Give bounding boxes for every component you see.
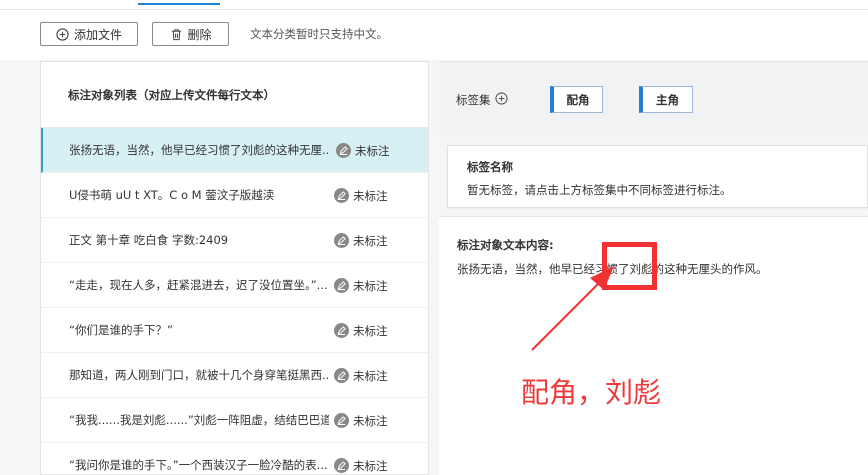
tag-name-description: 暂无标签，请点击上方标签集中不同标签进行标注。 xyxy=(467,183,732,197)
tagset-label-text: 标签集 xyxy=(456,93,491,107)
content-title: 标注对象文本内容: xyxy=(457,238,554,252)
list-header: 标注对象列表（对应上传文件每行文本） xyxy=(41,62,428,128)
list-item-text: “你们是谁的手下？” xyxy=(69,323,173,337)
status-text: 未标注 xyxy=(353,458,388,473)
status-badge: 未标注 xyxy=(334,308,388,353)
status-text: 未标注 xyxy=(353,323,388,338)
tag-name-card: 标签名称 暂无标签，请点击上方标签集中不同标签进行标注。 xyxy=(447,145,868,208)
status-badge: 未标注 xyxy=(334,443,388,475)
status-text: 未标注 xyxy=(353,188,388,203)
list-item-text: “我我......我是刘彪......”刘彪一阵阻虚，结结巴巴道。 xyxy=(69,413,329,427)
toolbar: 添加文件 删除 文本分类暂时只支持中文。 xyxy=(0,10,868,60)
edit-icon xyxy=(334,368,349,383)
edit-icon xyxy=(334,323,349,338)
annotation-label: 配角，刘彪 xyxy=(521,376,662,409)
list-item[interactable]: U侵书萌 uU t XT。C o M 蓥汶子版越渎 未标注 xyxy=(41,173,428,218)
list-item[interactable]: 正文 第十章 吃白食 字数:2409 未标注 xyxy=(41,218,428,263)
edit-icon xyxy=(334,233,349,248)
tagset-bar: 标签集 配角 主角 xyxy=(439,61,868,137)
list-item-text: U侵书萌 uU t XT。C o M 蓥汶子版越渎 xyxy=(69,188,275,202)
edit-icon xyxy=(336,143,351,158)
object-list: 张扬无语，当然，他早已经习惯了刘彪的这种无厘... 未标注 U侵书萌 uU t XT… xyxy=(41,128,428,475)
edit-icon xyxy=(334,278,349,293)
list-item[interactable]: 张扬无语，当然，他早已经习惯了刘彪的这种无厘... 未标注 xyxy=(41,128,428,173)
status-badge: 未标注 xyxy=(336,128,390,173)
top-tab-strip xyxy=(0,0,868,10)
status-badge: 未标注 xyxy=(334,263,388,308)
edit-icon xyxy=(334,458,349,473)
tagset-label: 标签集 xyxy=(456,92,508,108)
add-file-label: 添加文件 xyxy=(73,27,122,42)
plus-circle-icon xyxy=(56,27,70,41)
status-text: 未标注 xyxy=(355,143,390,158)
status-badge: 未标注 xyxy=(334,353,388,398)
list-item[interactable]: 那知道，两人刚到门口，就被十几个身穿笔挺黑西... 未标注 xyxy=(41,353,428,398)
list-item-text: 那知道，两人刚到门口，就被十几个身穿笔挺黑西... xyxy=(69,368,329,382)
annotation-object-list-panel: 标注对象列表（对应上传文件每行文本） 张扬无语，当然，他早已经习惯了刘彪的这种无… xyxy=(40,61,429,475)
list-title: 标注对象列表（对应上传文件每行文本） xyxy=(68,87,275,102)
edit-icon xyxy=(334,413,349,428)
edit-icon xyxy=(334,188,349,203)
status-text: 未标注 xyxy=(353,368,388,383)
list-item-text: “我问你是谁的手下。”一个西装汉子一脸冷酷的表... xyxy=(69,458,328,472)
active-tab-indicator xyxy=(138,3,220,5)
add-tagset-icon[interactable] xyxy=(494,92,508,108)
tag-zhujiao-button[interactable]: 主角 xyxy=(639,86,693,113)
list-item[interactable]: “我我......我是刘彪......”刘彪一阵阻虚，结结巴巴道。 未标注 xyxy=(41,398,428,443)
list-item[interactable]: “走走，现在人多，赶紧混进去，迟了没位置坐。”... 未标注 xyxy=(41,263,428,308)
tag-name-title: 标签名称 xyxy=(467,160,513,174)
list-item-text: 正文 第十章 吃白食 字数:2409 xyxy=(69,233,229,247)
status-badge: 未标注 xyxy=(334,173,388,218)
list-item[interactable]: “我问你是谁的手下。”一个西装汉子一脸冷酷的表... 未标注 xyxy=(41,443,428,475)
list-item-text: “走走，现在人多，赶紧混进去，迟了没位置坐。”... xyxy=(69,278,328,292)
trash-icon xyxy=(169,27,183,41)
delete-button[interactable]: 删除 xyxy=(152,22,229,46)
status-badge: 未标注 xyxy=(334,218,388,263)
list-item[interactable]: “你们是谁的手下？” 未标注 xyxy=(41,308,428,353)
status-text: 未标注 xyxy=(353,413,388,428)
status-badge: 未标注 xyxy=(334,398,388,443)
list-item-text: 张扬无语，当然，他早已经习惯了刘彪的这种无厘... xyxy=(69,143,329,157)
hint-text: 文本分类暂时只支持中文。 xyxy=(250,27,388,41)
delete-label: 删除 xyxy=(187,27,212,42)
tag-peijiao-button[interactable]: 配角 xyxy=(550,86,603,113)
status-text: 未标注 xyxy=(353,233,388,248)
status-text: 未标注 xyxy=(353,278,388,293)
add-file-button[interactable]: 添加文件 xyxy=(40,22,138,46)
highlight-box xyxy=(602,242,657,290)
